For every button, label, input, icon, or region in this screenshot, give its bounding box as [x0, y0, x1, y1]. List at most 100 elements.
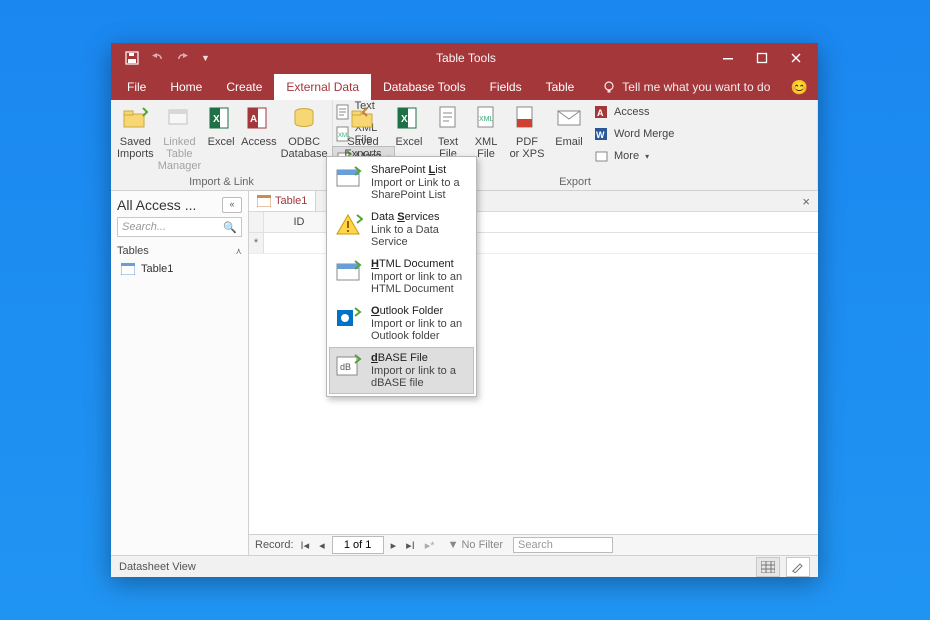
filter-indicator[interactable]: ▼No Filter: [442, 539, 509, 551]
menu-item-desc: Import or link to an HTML Document: [371, 271, 468, 295]
export-more-button[interactable]: More ▾: [591, 146, 677, 166]
menu-item-desc: Import or Link to a SharePoint List: [371, 177, 468, 201]
tab-file[interactable]: File: [115, 74, 158, 100]
export-xml-label: XML File: [475, 136, 498, 160]
navigation-pane: All Access ... « Search... 🔍 Tables ⋏ Ta…: [111, 191, 249, 555]
import-more-menu: SharePoint ListImport or Link to a Share…: [326, 156, 477, 397]
datasheet-icon: [761, 561, 775, 573]
app-window: ▼ Table Tools File Home Create External …: [111, 43, 818, 577]
export-word-label: Word Merge: [614, 128, 674, 140]
tab-home[interactable]: Home: [158, 74, 214, 100]
import-access-button[interactable]: A Access: [239, 100, 278, 148]
status-bar: Datasheet View: [111, 555, 818, 577]
saved-imports-label: Saved Imports: [117, 136, 154, 160]
dbase-icon: dB: [335, 352, 363, 380]
select-all-cell[interactable]: [249, 212, 264, 232]
more-menu-item-outlook[interactable]: Outlook FolderImport or link to an Outlo…: [329, 300, 474, 347]
access-icon: A: [243, 102, 275, 134]
record-position-input[interactable]: [332, 536, 384, 554]
tab-table[interactable]: Table: [534, 74, 587, 100]
table-icon: [121, 263, 135, 275]
outlook-icon: [335, 305, 363, 333]
collapse-group-icon[interactable]: ⋏: [235, 246, 242, 257]
record-new-button[interactable]: ▸*: [422, 539, 438, 552]
doc-tab-table1[interactable]: Table1: [249, 191, 316, 211]
export-more-label: More: [614, 150, 639, 162]
nav-header[interactable]: All Access ... «: [111, 191, 248, 217]
record-label: Record:: [255, 539, 294, 551]
more-menu-item-dataservices[interactable]: Data ServicesLink to a Data Service: [329, 206, 474, 253]
nav-search-input[interactable]: Search... 🔍: [117, 217, 242, 237]
export-text-button[interactable]: Text File: [429, 100, 467, 160]
undo-icon[interactable]: [149, 52, 165, 64]
saved-exports-button[interactable]: Saved Exports: [337, 100, 389, 160]
redo-icon[interactable]: [175, 52, 191, 64]
account-emoji-icon[interactable]: 😊: [781, 75, 818, 100]
tell-me-label: Tell me what you want to do: [622, 80, 770, 94]
folder-export-icon: [347, 102, 379, 134]
svg-text:A: A: [597, 108, 604, 118]
nav-collapse-icon[interactable]: «: [222, 197, 242, 213]
import-odbc-button[interactable]: ODBC Database: [279, 100, 330, 160]
import-excel-button[interactable]: X Excel: [203, 100, 239, 148]
export-email-button[interactable]: Email: [549, 100, 589, 148]
menu-item-desc: Import or link to an Outlook folder: [371, 318, 468, 342]
menu-item-title: Data Services: [371, 211, 468, 223]
html-icon: [335, 258, 363, 286]
menu-item-title: HTML Document: [371, 258, 468, 270]
status-view-label: Datasheet View: [119, 561, 196, 573]
pdf-icon: [511, 102, 543, 134]
export-access-button[interactable]: AAccess: [591, 102, 677, 122]
tell-me-box[interactable]: Tell me what you want to do: [594, 74, 778, 100]
database-icon: [288, 102, 320, 134]
export-excel-button[interactable]: X Excel: [389, 100, 429, 148]
xml-file-icon: XML: [470, 102, 502, 134]
record-navigator: Record: I◂ ◂ ▸ ▸I ▸* ▼No Filter Search: [249, 534, 818, 555]
import-excel-label: Excel: [208, 136, 235, 148]
save-icon[interactable]: [125, 51, 139, 65]
nav-category-tables[interactable]: Tables ⋏: [117, 245, 242, 257]
design-icon: [791, 561, 805, 573]
tab-fields[interactable]: Fields: [478, 74, 534, 100]
more-menu-item-html[interactable]: HTML DocumentImport or link to an HTML D…: [329, 253, 474, 300]
doc-close-button[interactable]: ×: [794, 194, 818, 209]
svg-text:XML: XML: [479, 116, 494, 123]
tab-external-data[interactable]: External Data: [274, 74, 371, 100]
close-button[interactable]: [790, 52, 806, 64]
tab-create[interactable]: Create: [214, 74, 274, 100]
saved-imports-button[interactable]: Saved Imports: [115, 100, 156, 160]
sharepoint-icon: [335, 164, 363, 192]
more-menu-item-sharepoint[interactable]: SharePoint ListImport or Link to a Share…: [329, 159, 474, 206]
column-header-id[interactable]: ID: [264, 212, 335, 232]
nav-item-label: Table1: [141, 263, 173, 275]
export-xml-button[interactable]: XML XML File: [467, 100, 505, 160]
design-view-button[interactable]: [786, 557, 810, 577]
record-prev-button[interactable]: ◂: [316, 539, 328, 552]
row-selector[interactable]: *: [249, 233, 264, 253]
menu-item-title: dBASE File: [371, 352, 468, 364]
nav-header-label: All Access ...: [117, 197, 196, 213]
minimize-button[interactable]: [722, 52, 738, 64]
tab-database-tools[interactable]: Database Tools: [371, 74, 478, 100]
folder-import-icon: [119, 102, 151, 134]
linked-table-icon: [163, 102, 195, 134]
import-group-label: Import & Link: [115, 176, 328, 190]
record-first-button[interactable]: I◂: [298, 539, 313, 552]
export-pdf-button[interactable]: PDF or XPS: [505, 100, 549, 160]
nav-item-table1[interactable]: Table1: [117, 261, 242, 277]
access-icon: A: [594, 104, 610, 120]
bulb-icon: [602, 80, 616, 94]
filter-label: No Filter: [461, 539, 503, 551]
datasheet-view-button[interactable]: [756, 557, 780, 577]
record-next-button[interactable]: ▸: [388, 539, 400, 552]
record-search-input[interactable]: Search: [513, 537, 613, 553]
svg-text:A: A: [250, 114, 257, 125]
qat-customize-icon[interactable]: ▼: [201, 53, 210, 63]
maximize-button[interactable]: [756, 52, 772, 64]
excel-icon: X: [393, 102, 425, 134]
more-menu-item-dbase[interactable]: dBdBASE FileImport or link to a dBASE fi…: [329, 347, 474, 394]
export-word-button[interactable]: WWord Merge: [591, 124, 677, 144]
chevron-down-icon: ▾: [645, 152, 649, 161]
svg-text:X: X: [401, 114, 408, 125]
record-last-button[interactable]: ▸I: [403, 539, 418, 552]
